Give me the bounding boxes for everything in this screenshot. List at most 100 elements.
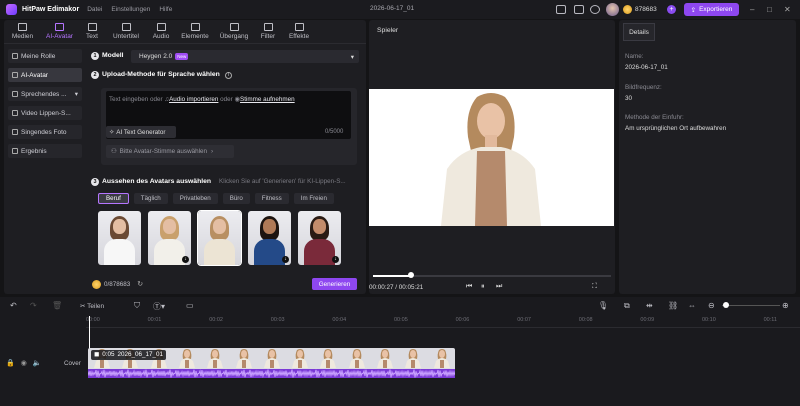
sidebar-item-my-role[interactable]: Meine Rolle (8, 49, 82, 63)
menu-file[interactable]: Datei (87, 6, 102, 13)
refresh-icon[interactable]: ↻ (137, 280, 143, 288)
shield-icon[interactable]: ⛉ (134, 301, 140, 311)
fit-icon[interactable]: ⇔ (688, 301, 696, 310)
clip-name: 2026_06_17_01 (117, 351, 164, 358)
avatar-card[interactable] (98, 211, 141, 265)
microphone-icon[interactable]: 🎙 (598, 301, 608, 310)
avatar-card[interactable]: ↓ (148, 211, 191, 265)
tab-transition[interactable]: Übergang (214, 20, 254, 43)
add-credits-button[interactable]: + (667, 5, 676, 14)
menu-settings[interactable]: Einstellungen (111, 6, 150, 13)
step-hint: Klicken Sie auf 'Generieren' für KI-Lipp… (219, 178, 346, 185)
elements-icon (190, 23, 200, 31)
track-name: Cover (64, 360, 81, 367)
details-panel (619, 20, 796, 294)
clip-thumbnail (230, 348, 258, 368)
total-time: 00:05:21 (398, 284, 424, 291)
window-icon[interactable] (556, 5, 566, 14)
sidebar-item-talking[interactable]: Sprechendes ... ▾ (8, 87, 82, 101)
chip-fitness[interactable]: Fitness (254, 193, 289, 204)
minimize-icon[interactable]: – (750, 5, 754, 14)
text-icon (87, 23, 97, 31)
step-number: 1 (91, 52, 99, 60)
step-model: 1 Modell (91, 52, 124, 60)
coin-icon (92, 279, 101, 289)
chevron-down-icon: ▾ (74, 91, 78, 98)
tab-audio[interactable]: Audio (146, 20, 176, 43)
step-label: Modell (102, 52, 124, 59)
close-icon[interactable]: ✕ (784, 5, 791, 14)
detail-fps-label: Bildfrequenz: (625, 84, 662, 91)
zoom-in-icon[interactable]: ⊕ (782, 301, 789, 310)
tab-elements[interactable]: Elemente (176, 20, 214, 43)
split-button[interactable]: ✂ Teilen (80, 302, 104, 310)
tab-filter[interactable]: Filter (254, 20, 282, 43)
user-avatar[interactable] (606, 3, 619, 16)
detail-insert-label: Methode der Einfuhr: (625, 114, 684, 121)
tab-subtitle[interactable]: Untertitel (106, 20, 146, 43)
chip-daily[interactable]: Täglich (133, 193, 168, 204)
char-counter: 0/5000 (325, 129, 344, 135)
model-value: Heygen 2.0 (139, 53, 173, 60)
lock-icon[interactable]: 🔒 (6, 359, 15, 367)
generate-button[interactable]: Generieren (312, 278, 357, 290)
crop-icon[interactable]: ▭ (186, 301, 194, 310)
tab-details[interactable]: Details (623, 23, 655, 41)
voice-select-button[interactable]: ⚇ Bitte Avatar-Stimme auswählen › (106, 145, 234, 158)
fullscreen-icon[interactable]: ⛶ (592, 283, 597, 291)
tab-text[interactable]: Text (78, 20, 106, 43)
role-icon (12, 53, 18, 59)
tab-effects[interactable]: Effekte (282, 20, 316, 43)
sidebar-item-result[interactable]: Ergebnis (8, 144, 82, 158)
chip-office[interactable]: Büro (222, 193, 250, 204)
snap-icon[interactable]: ⧉ (624, 301, 630, 311)
delete-icon[interactable]: 🗑 (52, 301, 62, 310)
text-tool-icon[interactable]: Ⓣ▾ (153, 301, 165, 312)
sidebar-item-ai-avatar[interactable]: AI-Avatar (8, 68, 82, 82)
avatar-card[interactable]: ↓ (298, 211, 341, 265)
ruler-tick: 00:01 (147, 317, 162, 323)
link-icon[interactable]: ⛓ (668, 301, 678, 310)
current-time: 00:00:27 (369, 284, 394, 291)
download-icon: ↓ (282, 256, 289, 263)
chip-outdoor[interactable]: Im Freien (293, 193, 334, 204)
record-voice-link[interactable]: Stimme aufnehmen (240, 96, 295, 103)
avatar-card-selected[interactable] (197, 210, 242, 266)
zoom-handle[interactable] (723, 302, 729, 308)
chip-private[interactable]: Privatleben (172, 193, 218, 204)
voice-icon: ⚇ (111, 148, 117, 155)
ai-text-generator-button[interactable]: ✧ AI Text Generator (106, 126, 176, 138)
sidebar-item-lip-sync[interactable]: Video Lippen-S... (8, 106, 82, 120)
tab-ai-avatar[interactable]: AI-Avatar (41, 20, 78, 43)
visibility-icon[interactable]: ◉ (21, 359, 27, 367)
export-button[interactable]: ⇪ Exportieren (684, 3, 739, 16)
video-preview[interactable] (369, 89, 614, 226)
pause-icon[interactable]: ⏸ (481, 283, 485, 291)
avatar-card[interactable]: ↓ (248, 211, 291, 265)
split-track-icon[interactable]: ⇹ (646, 301, 653, 310)
zoom-slider[interactable] (722, 305, 780, 306)
singing-icon (12, 129, 18, 135)
model-select[interactable]: Heygen 2.0 New ▾ (131, 50, 359, 63)
info-icon[interactable]: i (224, 72, 232, 79)
import-audio-link[interactable]: Audio importieren (169, 96, 218, 103)
ruler-tick: 00:04 (332, 317, 347, 323)
tab-media[interactable]: Medien (4, 20, 41, 43)
time-readout: 00:00:27 / 00:05:21 (369, 284, 424, 291)
next-frame-icon[interactable]: ⏭ (496, 283, 502, 291)
time-ruler[interactable] (86, 316, 800, 328)
zoom-out-icon[interactable]: ⊖ (708, 301, 715, 310)
download-icon[interactable] (590, 5, 600, 14)
maximize-icon[interactable]: □ (767, 5, 772, 14)
sidebar-item-singing-photo[interactable]: Singendes Foto (8, 125, 82, 139)
menu-help[interactable]: Hilfe (159, 6, 172, 13)
clip-thumbnail (286, 348, 314, 368)
clip-thumbnail (428, 348, 455, 368)
mute-icon[interactable]: 🔈 (33, 359, 42, 367)
chip-job[interactable]: Beruf (98, 193, 129, 204)
prev-frame-icon[interactable]: ⏮ (466, 283, 472, 291)
lip-sync-icon (12, 110, 18, 116)
redo-icon[interactable]: ↷ (30, 301, 37, 310)
message-icon[interactable] (574, 5, 584, 14)
undo-icon[interactable]: ↶ (10, 301, 17, 310)
